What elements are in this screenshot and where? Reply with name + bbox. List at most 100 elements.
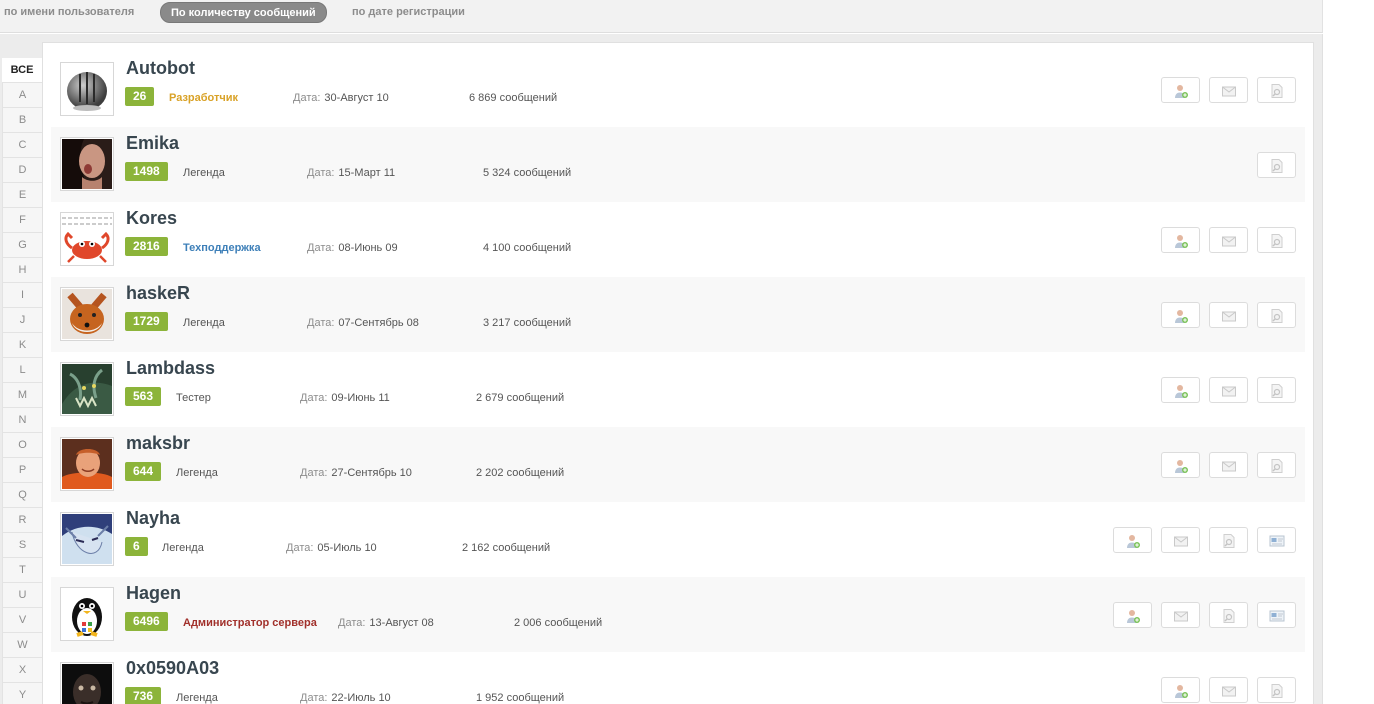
date-label: Дата: [338,617,366,629]
letter-filter-x[interactable]: X [2,658,42,683]
message-button[interactable] [1209,452,1248,478]
add-friend-button[interactable] [1161,677,1200,703]
table-row: Lambdass 563 Тестер Дата: 09-Июнь 11 2 679 со… [51,352,1305,427]
username-link[interactable]: Nayha [126,508,180,529]
table-row: maksbr 644 Легенда Дата: 27-Сентябрь 10 2 202… [51,427,1305,502]
find-posts-button[interactable] [1257,302,1296,328]
reputation-badge: 1729 [125,312,168,331]
letter-filter-b[interactable]: B [2,108,42,133]
letter-filter-c[interactable]: C [2,133,42,158]
find-posts-button[interactable] [1257,152,1296,178]
username-link[interactable]: Emika [126,133,179,154]
letter-filter-v[interactable]: V [2,608,42,633]
message-button[interactable] [1209,677,1248,703]
table-row: Hagen 6496 Администратор сервера Дата: 13-Ав… [51,577,1305,652]
table-row: Kores 2816 Техподдержка Дата: 08-Июнь 09 4 10… [51,202,1305,277]
user-group: Легенда [176,467,218,479]
helmet-avatar[interactable] [60,62,114,116]
girl-avatar[interactable] [60,137,114,191]
add-friend-button[interactable] [1161,452,1200,478]
letter-filter-s[interactable]: S [2,533,42,558]
username-link[interactable]: Kores [126,208,177,229]
card-button[interactable] [1257,527,1296,553]
letter-filter-i[interactable]: I [2,283,42,308]
sort-by-username-tab[interactable]: по имени пользователя [4,2,134,23]
find-posts-button[interactable] [1209,602,1248,628]
add-friend-button[interactable] [1161,77,1200,103]
table-row: Autobot 26 Разработчик Дата: 30-Август 10 6 8… [51,52,1305,127]
find-posts-button[interactable] [1209,527,1248,553]
username-link[interactable]: Autobot [126,58,195,79]
reputation-badge: 6496 [125,612,168,631]
find-posts-button[interactable] [1257,677,1296,703]
date-label: Дата: [307,242,335,254]
letter-filter: ВСЕ A B C D E F G H I J K L M N O P Q R S T U V W X Y [2,58,42,704]
man-avatar[interactable] [60,437,114,491]
registration-date: Дата: 07-Сентябрь 08 [307,317,419,329]
letter-filter-u[interactable]: U [2,583,42,608]
letter-filter-y[interactable]: Y [2,683,42,704]
find-posts-button[interactable] [1257,452,1296,478]
sort-by-date-tab[interactable]: по дате регистрации [352,2,465,23]
find-posts-button[interactable] [1257,77,1296,103]
letter-filter-e[interactable]: E [2,183,42,208]
letter-filter-all[interactable]: ВСЕ [2,58,42,83]
elf-avatar[interactable] [60,512,114,566]
letter-filter-h[interactable]: H [2,258,42,283]
message-button[interactable] [1209,77,1248,103]
message-button[interactable] [1161,602,1200,628]
letter-filter-l[interactable]: L [2,358,42,383]
letter-filter-r[interactable]: R [2,508,42,533]
add-friend-button[interactable] [1113,602,1152,628]
date-label: Дата: [307,317,335,329]
letter-filter-t[interactable]: T [2,558,42,583]
letter-filter-a[interactable]: A [2,83,42,108]
add-friend-button[interactable] [1161,377,1200,403]
find-posts-button[interactable] [1257,227,1296,253]
post-count: 2 162 сообщений [462,542,551,554]
fox-avatar[interactable] [60,287,114,341]
letter-filter-o[interactable]: O [2,433,42,458]
table-row: Emika 1498 Легенда Дата: 15-Март 11 5 324 соо… [51,127,1305,202]
message-button[interactable] [1209,302,1248,328]
add-friend-button[interactable] [1161,302,1200,328]
add-friend-button[interactable] [1161,227,1200,253]
message-button[interactable] [1209,377,1248,403]
username-link[interactable]: Lambdass [126,358,215,379]
letter-filter-p[interactable]: P [2,458,42,483]
date-label: Дата: [300,392,328,404]
letter-filter-k[interactable]: K [2,333,42,358]
username-link[interactable]: maksbr [126,433,190,454]
card-button[interactable] [1257,602,1296,628]
monster-avatar[interactable] [60,362,114,416]
post-count: 2 202 сообщений [476,467,565,479]
letter-filter-d[interactable]: D [2,158,42,183]
post-count: 6 869 сообщений [469,92,558,104]
message-button[interactable] [1209,227,1248,253]
user-group: Легенда [162,542,204,554]
sort-by-posts-tab[interactable]: По количеству сообщений [160,2,327,23]
username-link[interactable]: 0x0590A03 [126,658,219,679]
letter-filter-n[interactable]: N [2,408,42,433]
letter-filter-g[interactable]: G [2,233,42,258]
date-value: 08-Июнь 09 [338,242,398,254]
letter-filter-w[interactable]: W [2,633,42,658]
letter-filter-m[interactable]: M [2,383,42,408]
username-link[interactable]: haskeR [126,283,190,304]
reputation-badge: 736 [125,687,162,704]
date-value: 30-Август 10 [324,92,389,104]
registration-date: Дата: 08-Июнь 09 [307,242,398,254]
post-count: 4 100 сообщений [483,242,572,254]
crab-avatar[interactable] [60,212,114,266]
letter-filter-j[interactable]: J [2,308,42,333]
penguin-avatar[interactable] [60,587,114,641]
dark-avatar[interactable] [60,662,114,704]
username-link[interactable]: Hagen [126,583,181,604]
letter-filter-f[interactable]: F [2,208,42,233]
letter-filter-q[interactable]: Q [2,483,42,508]
user-group: Администратор сервера [183,617,317,629]
message-button[interactable] [1161,527,1200,553]
post-count: 2 006 сообщений [514,617,603,629]
add-friend-button[interactable] [1113,527,1152,553]
find-posts-button[interactable] [1257,377,1296,403]
